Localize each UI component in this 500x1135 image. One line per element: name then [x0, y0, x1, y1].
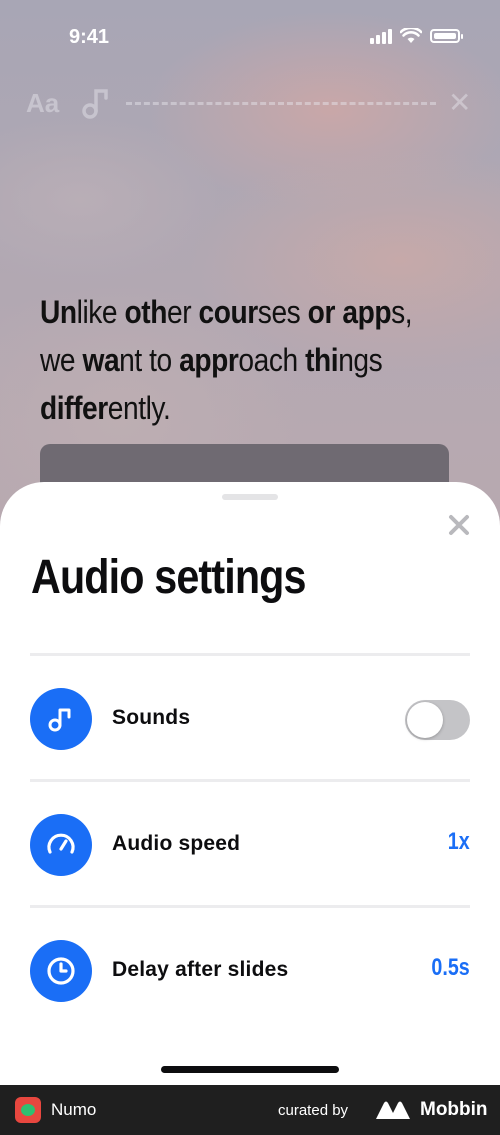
delay-icon-circle	[30, 940, 92, 1002]
mobbin-logo-icon	[376, 1101, 410, 1119]
settings-row-delay[interactable]: Delay after slides 0.5s	[30, 940, 470, 1002]
status-icons	[370, 28, 463, 44]
headline-segment: er	[166, 294, 199, 330]
text-style-button[interactable]: Aa	[26, 88, 59, 119]
app-name: Numo	[51, 1100, 97, 1119]
sheet-title: Audio settings	[31, 551, 306, 604]
close-icon[interactable]	[446, 512, 472, 538]
delay-value[interactable]: 0.5s	[432, 954, 470, 982]
headline-segment: s,	[391, 294, 413, 330]
headline-segment: oth	[124, 294, 168, 330]
music-note-icon[interactable]	[82, 86, 110, 120]
headline-segment: Un	[40, 294, 77, 330]
headline-segment: oach	[238, 342, 306, 378]
headline-segment: ngs	[338, 342, 383, 378]
lesson-headline: Unlike other courses or apps, we want to …	[40, 288, 418, 432]
headline-segment: ently.	[107, 390, 171, 426]
settings-row-sounds[interactable]: Sounds	[30, 688, 470, 750]
headline-segment: appr	[179, 342, 239, 378]
headline-segment: ses	[257, 294, 308, 330]
delay-label: Delay after slides	[112, 958, 289, 981]
editor-toolbar: Aa ✕	[26, 86, 476, 120]
mobbin-brand: Mobbin	[420, 1099, 488, 1120]
audio-speed-value[interactable]: 1x	[448, 828, 470, 856]
headline-segment: we	[40, 342, 83, 378]
status-bar: 9:41	[0, 22, 500, 52]
progress-dashes	[126, 102, 436, 105]
sounds-label: Sounds	[112, 706, 191, 729]
divider	[30, 653, 470, 656]
headline-segment: like	[76, 294, 125, 330]
divider	[30, 905, 470, 908]
status-time: 9:41	[69, 26, 110, 48]
home-indicator	[161, 1066, 339, 1073]
clock-icon	[47, 957, 75, 985]
close-icon[interactable]: ✕	[448, 86, 471, 119]
headline-segment: or	[307, 294, 343, 330]
divider	[30, 779, 470, 782]
speedometer-icon	[47, 833, 75, 854]
audio-settings-sheet: Audio settings Sounds Audio speed 1x Del…	[0, 482, 500, 1085]
headline-segment: differ	[40, 390, 108, 426]
headline-segment: nt to	[119, 342, 180, 378]
curated-by-text: curated by	[278, 1102, 349, 1119]
music-note-icon	[48, 708, 71, 732]
audio-speed-icon-circle	[30, 814, 92, 876]
cellular-signal-icon	[370, 28, 392, 44]
headline-segment: app	[342, 294, 392, 330]
attribution-footer: Numo curated by Mobbin	[0, 1085, 500, 1135]
headline-segment: wa	[82, 342, 120, 378]
toggle-knob	[407, 702, 443, 738]
settings-row-audio-speed[interactable]: Audio speed 1x	[30, 814, 470, 876]
audio-speed-label: Audio speed	[112, 832, 241, 855]
sheet-grabber[interactable]	[222, 494, 278, 500]
app-icon	[15, 1097, 41, 1123]
wifi-icon	[400, 28, 422, 43]
sounds-toggle[interactable]	[405, 700, 470, 740]
sounds-icon-circle	[30, 688, 92, 750]
headline-segment: thi	[305, 342, 339, 378]
headline-segment: cour	[198, 294, 259, 330]
battery-icon	[430, 29, 463, 43]
